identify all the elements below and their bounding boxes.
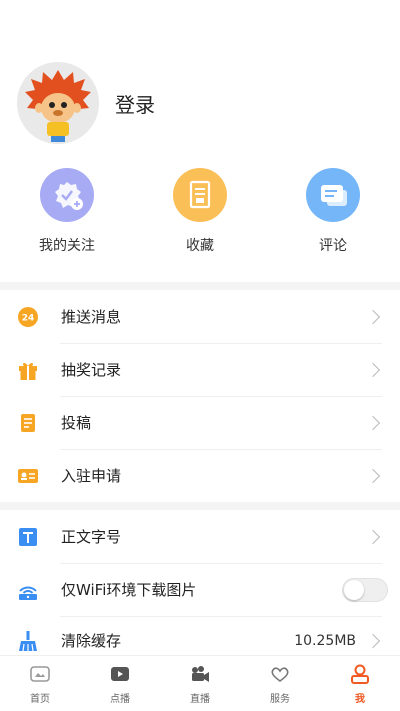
favorites-button[interactable]: 收藏	[150, 168, 250, 255]
login-label[interactable]: 登录	[115, 89, 155, 118]
tab-label: 首页	[30, 694, 50, 705]
chevron-right-icon	[365, 633, 381, 648]
menu-item-lottery[interactable]: 抽奖记录	[0, 343, 400, 396]
menu-label: 清除缓存	[61, 632, 122, 650]
menu-label: 投稿	[61, 414, 92, 432]
follow-badge-icon	[40, 168, 94, 222]
user-icon	[349, 664, 371, 684]
gift-icon	[17, 359, 39, 381]
tab-label: 服务	[270, 694, 290, 705]
cache-size-value: 10.25MB	[294, 632, 356, 649]
heart-hand-icon	[269, 664, 291, 684]
clock-24-icon: 24	[17, 306, 39, 328]
menu-label: 仅WiFi环境下载图片	[61, 581, 197, 599]
tab-home[interactable]: 首页	[0, 656, 80, 711]
chevron-right-icon	[365, 415, 381, 430]
tab-label: 直播	[190, 694, 210, 705]
my-follows-label: 我的关注	[39, 238, 95, 254]
wifi-image-icon	[17, 579, 39, 601]
chevron-right-icon	[365, 362, 381, 377]
profile-header[interactable]: 登录	[17, 62, 155, 144]
menu-label: 抽奖记录	[61, 361, 122, 379]
mascot-avatar-icon	[17, 62, 99, 144]
bottom-tab-bar: 首页 点播 直播 服务 我	[0, 655, 400, 711]
my-follows-button[interactable]: 我的关注	[17, 168, 117, 255]
favorites-label: 收藏	[186, 238, 214, 254]
menu-label: 入驻申请	[61, 467, 122, 485]
wifi-only-toggle[interactable]	[342, 577, 388, 602]
id-card-icon	[17, 465, 39, 487]
toggle-knob	[344, 579, 364, 600]
tab-me[interactable]: 我	[320, 656, 400, 711]
menu-item-push[interactable]: 24 推送消息	[0, 290, 400, 343]
quick-actions: 我的关注 收藏 评论	[0, 168, 400, 268]
tab-label: 我	[355, 694, 365, 705]
menu-item-submit[interactable]: 投稿	[0, 396, 400, 449]
avatar[interactable]	[17, 62, 99, 144]
comments-label: 评论	[319, 238, 347, 254]
tab-service[interactable]: 服务	[240, 656, 320, 711]
menu-item-apply[interactable]: 入驻申请	[0, 449, 400, 502]
chevron-right-icon	[365, 468, 381, 483]
comment-icon	[306, 168, 360, 222]
tab-label: 点播	[110, 694, 130, 705]
live-camera-icon	[189, 664, 211, 684]
text-size-icon	[17, 526, 39, 548]
chevron-right-icon	[365, 309, 381, 324]
bookmark-icon	[173, 168, 227, 222]
tab-live[interactable]: 直播	[160, 656, 240, 711]
section-separator	[0, 282, 400, 290]
document-icon	[17, 412, 39, 434]
menu-label: 正文字号	[61, 528, 122, 546]
section-separator	[0, 502, 400, 510]
broom-icon	[17, 630, 39, 652]
menu-label: 推送消息	[61, 308, 122, 326]
comments-button[interactable]: 评论	[283, 168, 383, 255]
home-icon	[29, 664, 51, 684]
chevron-right-icon	[365, 529, 381, 544]
tab-vod[interactable]: 点播	[80, 656, 160, 711]
svg-text:24: 24	[22, 313, 35, 323]
menu-item-wifi-images: 仅WiFi环境下载图片	[0, 563, 400, 616]
play-icon	[109, 664, 131, 684]
menu-item-font-size[interactable]: 正文字号	[0, 510, 400, 563]
